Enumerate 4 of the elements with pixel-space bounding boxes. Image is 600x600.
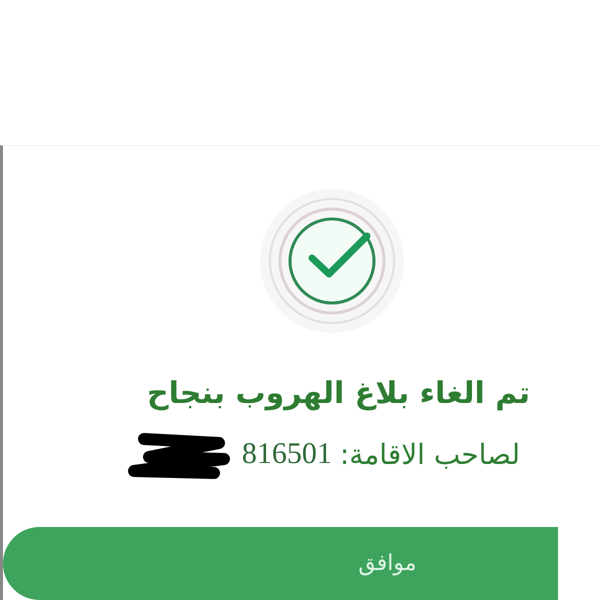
residence-label: لصاحب الاقامة: [340,438,520,470]
ok-button[interactable]: موافق [3,527,558,600]
success-message: تم الغاء بلاغ الهروب بنجاح [146,376,531,411]
residence-number: 816501 [242,437,332,471]
